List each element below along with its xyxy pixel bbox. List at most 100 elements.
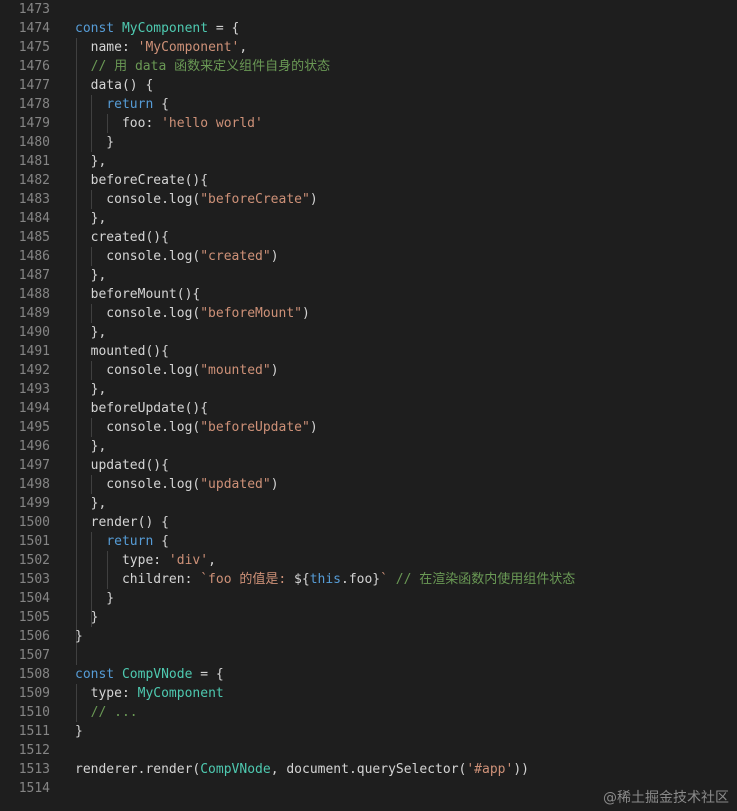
- code-line: 1502 type: 'div',: [0, 551, 737, 570]
- code-token: }: [75, 610, 99, 625]
- code-line: 1495 console.log("beforeUpdate"): [0, 418, 737, 437]
- line-number: 1477: [18, 78, 50, 93]
- line-number: 1487: [18, 268, 50, 283]
- code-text: updated(){: [75, 456, 169, 475]
- line-number: 1501: [18, 534, 50, 549]
- code-token: .foo}: [341, 572, 381, 587]
- code-editor[interactable]: 1473 1474 const MyComponent = {1475 name: …: [0, 0, 737, 811]
- code-token: }: [75, 629, 83, 644]
- code-token: const: [75, 21, 122, 36]
- code-token: },: [75, 439, 107, 454]
- code-token: ): [309, 420, 318, 435]
- code-line: 1503 children: `foo 的值是: ${this.foo}` //…: [0, 570, 737, 589]
- code-line: 1499 },: [0, 494, 737, 513]
- code-token: beforeMount(){: [75, 287, 201, 302]
- code-text: },: [75, 152, 107, 171]
- code-text: return {: [75, 532, 169, 551]
- code-token: renderer.render(: [75, 762, 201, 777]
- code-text: console.log("mounted"): [75, 361, 278, 380]
- code-line: 1479 foo: 'hello world': [0, 114, 737, 133]
- code-token: ): [270, 477, 279, 492]
- code-text: beforeMount(){: [75, 285, 201, 304]
- code-token: },: [75, 325, 107, 340]
- code-text: children: `foo 的值是: ${this.foo}` // 在渲染函…: [75, 570, 575, 589]
- line-number: 1507: [18, 648, 50, 663]
- code-token: }: [75, 724, 83, 739]
- line-number: 1500: [18, 515, 50, 530]
- code-token: ,: [239, 40, 248, 55]
- code-line: 1500 render() {: [0, 513, 737, 532]
- code-token: "mounted": [200, 363, 271, 378]
- line-number: 1509: [18, 686, 50, 701]
- code-token: return: [106, 97, 154, 112]
- code-text: beforeCreate(){: [75, 171, 208, 190]
- code-line: 1508 const CompVNode = {: [0, 665, 737, 684]
- code-token: this: [309, 572, 341, 587]
- code-token: `foo 的值是:: [200, 572, 295, 587]
- code-token: foo:: [75, 116, 162, 131]
- code-token: type:: [75, 553, 169, 568]
- code-line: 1484 },: [0, 209, 737, 228]
- code-line: 1480 }: [0, 133, 737, 152]
- code-text: console.log("beforeCreate"): [75, 190, 318, 209]
- line-number: 1478: [18, 97, 50, 112]
- code-token: "beforeCreate": [200, 192, 310, 207]
- code-text: }: [75, 608, 99, 627]
- code-line: 1492 console.log("mounted"): [0, 361, 737, 380]
- code-token: `: [380, 572, 388, 587]
- code-token: , document.querySelector(: [270, 762, 467, 777]
- code-token: },: [75, 268, 107, 283]
- code-line: 1475 name: 'MyComponent',: [0, 38, 737, 57]
- code-text: },: [75, 266, 107, 285]
- code-text: console.log("beforeMount"): [75, 304, 310, 323]
- code-token: },: [75, 154, 107, 169]
- code-text: },: [75, 209, 107, 228]
- code-token: ${: [294, 572, 310, 587]
- code-token: // ...: [75, 705, 138, 720]
- code-line: 1483 console.log("beforeCreate"): [0, 190, 737, 209]
- code-token: ): [301, 306, 310, 321]
- code-token: 'div': [168, 553, 209, 568]
- line-number: 1496: [18, 439, 50, 454]
- line-number: 1489: [18, 306, 50, 321]
- code-token: name:: [75, 40, 138, 55]
- line-number: 1494: [18, 401, 50, 416]
- code-token: "created": [200, 249, 271, 264]
- code-token: console.log(: [75, 306, 201, 321]
- code-token: console.log(: [75, 363, 201, 378]
- code-token: console.log(: [75, 249, 201, 264]
- code-token: console.log(: [75, 420, 201, 435]
- code-token: ): [309, 192, 318, 207]
- code-token: mounted(){: [75, 344, 169, 359]
- code-line: 1501 return {: [0, 532, 737, 551]
- code-token: 'MyComponent': [137, 40, 240, 55]
- code-token: }: [75, 135, 115, 150]
- code-line: 1496 },: [0, 437, 737, 456]
- line-number: 1498: [18, 477, 50, 492]
- code-text: return {: [75, 95, 169, 114]
- code-line: 1491 mounted(){: [0, 342, 737, 361]
- code-line: 1512: [0, 741, 737, 760]
- code-token: return: [106, 534, 154, 549]
- line-number: 1510: [18, 705, 50, 720]
- code-text: const CompVNode = {: [75, 665, 224, 684]
- code-line: 1511}: [0, 722, 737, 741]
- line-number: 1506: [18, 629, 50, 644]
- line-number: 1491: [18, 344, 50, 359]
- line-number: 1485: [18, 230, 50, 245]
- code-token: "beforeMount": [200, 306, 302, 321]
- code-token: ): [270, 249, 279, 264]
- watermark: @稀土掘金技术社区: [603, 790, 729, 806]
- line-number: 1505: [18, 610, 50, 625]
- line-number: 1492: [18, 363, 50, 378]
- line-number: 1493: [18, 382, 50, 397]
- line-number: 1495: [18, 420, 50, 435]
- code-line: 1486 console.log("created"): [0, 247, 737, 266]
- code-line: 1497 updated(){: [0, 456, 737, 475]
- code-token: MyComponent: [121, 21, 209, 36]
- code-token: MyComponent: [137, 686, 224, 701]
- code-line: 1482 beforeCreate(){: [0, 171, 737, 190]
- code-line: 1489 console.log("beforeMount"): [0, 304, 737, 323]
- code-text: type: 'div',: [75, 551, 216, 570]
- line-number: 1513: [18, 762, 50, 777]
